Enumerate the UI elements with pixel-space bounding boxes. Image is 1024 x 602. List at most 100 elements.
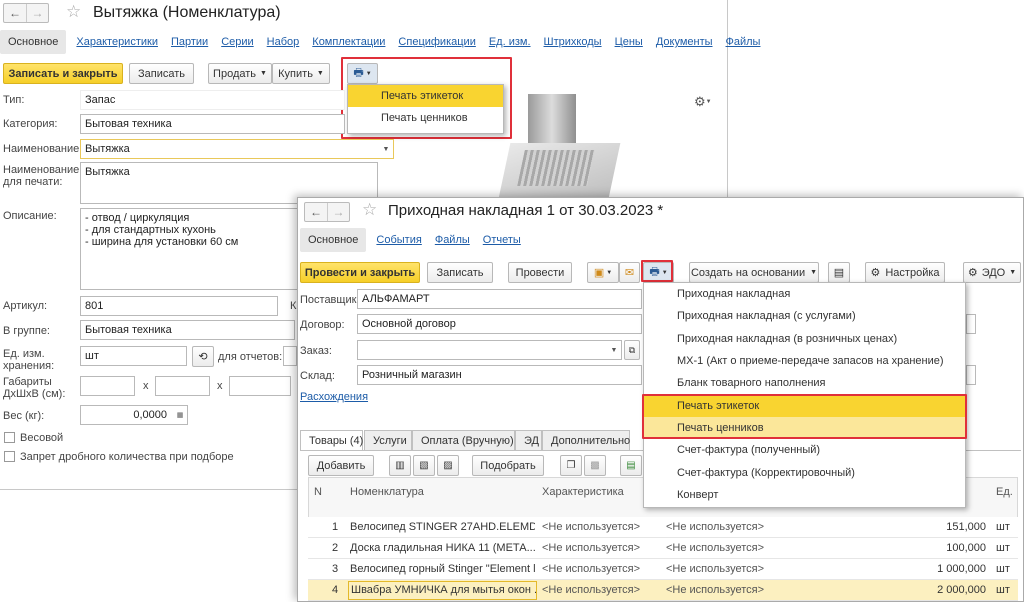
weighted-checkbox[interactable]: [4, 432, 15, 443]
menu-item-envelope[interactable]: Конверт: [644, 484, 965, 506]
tab-prices[interactable]: Цены: [615, 36, 643, 48]
menu-item-invoice-retail[interactable]: Приходная накладная (в розничных ценах): [644, 328, 965, 350]
tab-kits[interactable]: Комплектации: [312, 36, 385, 48]
grid-tab-goods[interactable]: Товары (4): [300, 430, 363, 451]
grid-tab-ed[interactable]: ЭД: [515, 430, 542, 450]
invoice-tabs: Основное События Файлы Отчеты: [300, 228, 534, 252]
invoice-window: ← → ☆ Приходная накладная 1 от 30.03.2023…: [297, 197, 1024, 602]
buy-label: Купить: [278, 67, 313, 80]
reports-unit-field[interactable]: [283, 346, 297, 366]
row-item: Велосипед STINGER 27AHD.ELEMD...: [350, 521, 535, 533]
save-close-button[interactable]: Записать и закрыть: [3, 63, 123, 84]
edo-button[interactable]: ⚙ ЭДО ▼: [963, 262, 1021, 283]
tab-set[interactable]: Набор: [267, 36, 300, 48]
tab-events[interactable]: События: [376, 234, 421, 246]
menu-item-print-price-tags[interactable]: Печать ценников: [348, 107, 503, 129]
back-icon[interactable]: ←: [305, 203, 327, 221]
tab-series[interactable]: Серии: [221, 36, 253, 48]
settings-button[interactable]: ⚙ Настройка: [865, 262, 945, 283]
back-icon[interactable]: ←: [4, 4, 26, 22]
history-icon[interactable]: ⟲: [192, 346, 214, 367]
row-unit: шт: [996, 542, 1010, 554]
width-field[interactable]: [155, 376, 210, 396]
structure-icon[interactable]: ▤: [828, 262, 850, 283]
tab-reports[interactable]: Отчеты: [483, 234, 521, 246]
grid-tab-services[interactable]: Услуги: [364, 430, 412, 450]
menu-item-mx1[interactable]: МХ-1 (Акт о приеме-передаче запасов на х…: [644, 350, 965, 372]
import-icon[interactable]: ▨: [437, 455, 459, 476]
tab-main[interactable]: Основное: [0, 30, 67, 54]
table-row[interactable]: 1 Велосипед STINGER 27AHD.ELEMD... <Не и…: [308, 517, 1018, 538]
tab-files[interactable]: Файлы: [726, 36, 761, 48]
name-value: Вытяжка: [85, 143, 130, 155]
tab-batches[interactable]: Партии: [171, 36, 208, 48]
group-field[interactable]: Бытовая техника: [80, 320, 295, 340]
contract-field[interactable]: Основной договор: [357, 314, 642, 334]
menu-item-invoice[interactable]: Приходная накладная: [644, 283, 965, 305]
table-row-selected[interactable]: 4 Швабра УМНИЧКА для мытья окон ... <Не …: [308, 580, 1018, 601]
group-label: В группе:: [3, 325, 50, 337]
category-field[interactable]: Бытовая техника: [80, 114, 345, 134]
chevron-down-icon[interactable]: ▼: [379, 140, 393, 158]
fractional-checkbox[interactable]: [4, 451, 15, 462]
email-button[interactable]: ✉: [619, 262, 640, 283]
favorite-star-icon[interactable]: ☆: [66, 2, 81, 22]
copy-icon[interactable]: ❐: [560, 455, 582, 476]
order-field[interactable]: ▼: [357, 340, 622, 360]
hidden-field[interactable]: [966, 365, 976, 385]
favorite-star-icon[interactable]: ☆: [362, 200, 377, 220]
tab-documents[interactable]: Документы: [656, 36, 713, 48]
table-row[interactable]: 3 Велосипед горный Stinger "Element l...…: [308, 559, 1018, 580]
discrepancies-link[interactable]: Расхождения: [300, 391, 368, 403]
hidden-field[interactable]: [966, 314, 976, 334]
row-qty: 100,000: [946, 542, 986, 554]
calculator-icon[interactable]: ▦: [173, 406, 187, 424]
name-field[interactable]: Вытяжка ▼: [80, 139, 394, 159]
grid-tab-additional[interactable]: Дополнительно: [542, 430, 630, 450]
tab-files[interactable]: Файлы: [435, 234, 470, 246]
chevron-down-icon[interactable]: ▼: [607, 341, 621, 359]
menu-item-invoice-services[interactable]: Приходная накладная (с услугами): [644, 305, 965, 327]
menu-item-invoice-correction[interactable]: Счет-фактура (Корректировочный): [644, 461, 965, 483]
tab-barcodes[interactable]: Штрихкоды: [544, 36, 602, 48]
table-row[interactable]: 2 Доска гладильная НИКА 11 (МЕТА... <Не …: [308, 538, 1018, 559]
length-field[interactable]: [80, 376, 135, 396]
post-close-button[interactable]: Провести и закрыть: [300, 262, 420, 283]
warehouse-field[interactable]: Розничный магазин: [357, 365, 642, 385]
height-field[interactable]: [229, 376, 291, 396]
grid-tab-payment[interactable]: Оплата (Вручную): [412, 430, 515, 450]
supplier-field[interactable]: АЛЬФАМАРТ: [357, 289, 642, 309]
menu-item-goods-form[interactable]: Бланк товарного наполнения: [644, 372, 965, 394]
add-row-button[interactable]: Добавить: [308, 455, 374, 476]
weight-field[interactable]: 0,0000 ▦: [80, 405, 188, 425]
print-name-label: Наименование для печати:: [3, 164, 80, 188]
buy-button[interactable]: Купить ▼: [272, 63, 330, 84]
save-button[interactable]: Записать: [427, 262, 493, 283]
menu-item-print-labels[interactable]: Печать этикеток: [348, 85, 503, 108]
pick-button[interactable]: Подобрать: [472, 455, 544, 476]
create-based-button[interactable]: Создать на основании ▼: [689, 262, 819, 283]
fill-icon[interactable]: ▧: [413, 455, 435, 476]
open-icon[interactable]: ⧉: [624, 340, 640, 360]
weighted-label: Весовой: [20, 432, 64, 444]
paste-icon[interactable]: ▩: [584, 455, 606, 476]
post-button[interactable]: Провести: [508, 262, 572, 283]
article-field[interactable]: 801: [80, 296, 278, 316]
tab-characteristics[interactable]: Характеристики: [76, 36, 158, 48]
barcode-icon[interactable]: ▥: [389, 455, 411, 476]
sell-button[interactable]: Продать ▼: [208, 63, 272, 84]
menu-item-invoice-received[interactable]: Счет-фактура (полученный): [644, 439, 965, 461]
tab-main[interactable]: Основное: [300, 228, 367, 252]
table-icon[interactable]: ▤: [620, 455, 642, 476]
tab-specifications[interactable]: Спецификации: [398, 36, 475, 48]
document-flow-button[interactable]: ▣ ▼: [587, 262, 619, 283]
gear-icon[interactable]: ⚙ ▼: [694, 94, 712, 110]
row-batch: <Не используется>: [666, 521, 765, 533]
forward-icon[interactable]: →: [327, 203, 349, 221]
type-field[interactable]: Запас: [80, 90, 345, 110]
unit-field[interactable]: шт: [80, 346, 187, 366]
save-button[interactable]: Записать: [129, 63, 194, 84]
forward-icon[interactable]: →: [26, 4, 48, 22]
row-item[interactable]: Швабра УМНИЧКА для мытья окон ...: [348, 581, 537, 600]
tab-units[interactable]: Ед. изм.: [489, 36, 531, 48]
